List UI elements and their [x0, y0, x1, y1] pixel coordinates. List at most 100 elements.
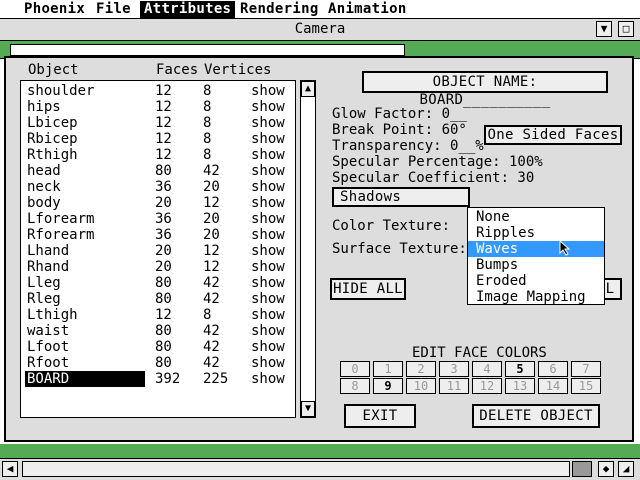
face-color-cell[interactable]: 2 [406, 361, 436, 377]
object-name: Lthigh [27, 307, 78, 323]
face-color-cell[interactable]: 7 [571, 361, 601, 377]
list-item[interactable]: Lleg 80 42 show [21, 275, 297, 291]
list-item[interactable]: Rthigh 12 8 show [21, 147, 297, 163]
specular-percentage[interactable]: Specular Percentage: 100% [332, 154, 543, 170]
show-toggle[interactable]: show [251, 131, 285, 147]
window-title-bar[interactable]: Camera ▼ □ [0, 19, 640, 41]
list-item[interactable]: hips 12 8 show [21, 99, 297, 115]
show-toggle[interactable]: show [251, 211, 285, 227]
scroll-down-icon[interactable]: ▼ [301, 401, 315, 417]
exit-button[interactable]: EXIT [344, 404, 416, 428]
specular-coefficient[interactable]: Specular Coefficient: 30 [332, 170, 534, 186]
transparency[interactable]: Transparency: 0__% [332, 138, 484, 154]
horizontal-scrollbar[interactable]: ◀ ◆ ◢ [0, 458, 640, 480]
menu-phoenix[interactable]: Phoenix [20, 1, 89, 18]
face-color-cell[interactable]: 8 [340, 378, 370, 394]
resize-icon[interactable]: ▼ [596, 21, 612, 37]
face-color-cell[interactable]: 10 [406, 378, 436, 394]
menu-animation[interactable]: Animation [324, 1, 411, 18]
face-count: 12 [155, 147, 172, 163]
delete-object-button[interactable]: DELETE OBJECT [472, 404, 600, 428]
scroll-left-icon[interactable]: ◀ [2, 461, 18, 477]
show-toggle[interactable]: show [251, 291, 285, 307]
show-toggle[interactable]: show [251, 147, 285, 163]
show-toggle[interactable]: show [251, 355, 285, 371]
show-toggle[interactable]: show [251, 115, 285, 131]
list-item[interactable]: shoulder 12 8 show [21, 83, 297, 99]
list-item[interactable]: Rfoot 80 42 show [21, 355, 297, 371]
face-color-cell[interactable]: 4 [472, 361, 502, 377]
object-name: BOARD [25, 371, 145, 387]
dropdown-option[interactable]: Bumps [468, 257, 604, 273]
object-list[interactable]: shoulder 12 8 show hips 12 8 show Lbicep 12 8 show R… [20, 80, 296, 418]
face-color-cell[interactable]: 1 [373, 361, 403, 377]
face-color-cell[interactable]: 15 [571, 378, 601, 394]
face-color-cell[interactable]: 0 [340, 361, 370, 377]
show-toggle[interactable]: show [251, 179, 285, 195]
face-color-cell[interactable]: 11 [439, 378, 469, 394]
dropdown-option[interactable]: None [468, 209, 604, 225]
list-item[interactable]: Rforearm 36 20 show [21, 227, 297, 243]
scroll-right-icon[interactable]: ◆ [598, 461, 614, 477]
dropdown-option[interactable]: Image Mapping [468, 289, 604, 305]
scroll-thumb[interactable] [572, 461, 592, 477]
show-toggle[interactable]: show [251, 307, 285, 323]
fullscreen-icon[interactable]: □ [618, 21, 634, 37]
list-item[interactable]: Lbicep 12 8 show [21, 115, 297, 131]
face-color-cell[interactable]: 6 [538, 361, 568, 377]
show-toggle[interactable]: show [251, 259, 285, 275]
show-toggle[interactable]: show [251, 371, 285, 387]
list-item[interactable]: Lthigh 12 8 show [21, 307, 297, 323]
show-toggle[interactable]: show [251, 339, 285, 355]
show-toggle[interactable]: show [251, 163, 285, 179]
list-item[interactable]: Lhand 20 12 show [21, 243, 297, 259]
resize-corner-icon[interactable]: ◢ [618, 461, 634, 477]
show-toggle[interactable]: show [251, 99, 285, 115]
face-count: 12 [155, 307, 172, 323]
show-toggle[interactable]: show [251, 275, 285, 291]
list-scrollbar[interactable]: ▲ ▼ [300, 80, 316, 418]
face-count: 36 [155, 211, 172, 227]
break-point[interactable]: Break Point: 60° [332, 122, 467, 138]
object-name: Rthigh [27, 147, 78, 163]
list-item[interactable]: head 80 42 show [21, 163, 297, 179]
dropdown-option[interactable]: Eroded [468, 273, 604, 289]
header-object: Object [28, 62, 79, 78]
object-name: Lhand [27, 243, 70, 259]
hide-all-button[interactable]: HIDE ALL [330, 278, 406, 300]
list-item[interactable]: Rbicep 12 8 show [21, 131, 297, 147]
menu-file[interactable]: File [92, 1, 135, 18]
shadows-button[interactable]: Shadows [332, 187, 470, 207]
list-item[interactable]: waist 80 42 show [21, 323, 297, 339]
face-color-cell[interactable]: 13 [505, 378, 535, 394]
scroll-track[interactable] [22, 461, 570, 477]
scroll-up-icon[interactable]: ▲ [301, 81, 315, 97]
object-name-field[interactable]: OBJECT NAME: BOARD__________ [362, 71, 608, 108]
menu-rendering[interactable]: Rendering [236, 1, 323, 18]
menu-attributes[interactable]: Attributes [140, 1, 236, 18]
face-color-cell[interactable]: 12 [472, 378, 502, 394]
show-toggle[interactable]: show [251, 83, 285, 99]
info-field [10, 44, 405, 56]
dropdown-option[interactable]: Ripples [468, 225, 604, 241]
list-item[interactable]: body 20 12 show [21, 195, 297, 211]
texture-dropdown[interactable]: None Ripples Waves Bumps Eroded Image Mapping [467, 207, 605, 305]
list-item[interactable]: Lforearm 36 20 show [21, 211, 297, 227]
show-toggle[interactable]: show [251, 323, 285, 339]
one-sided-faces-button[interactable]: One Sided Faces [484, 125, 622, 145]
list-item[interactable]: Rleg 80 42 show [21, 291, 297, 307]
face-color-cell[interactable]: 9 [373, 378, 403, 394]
show-toggle[interactable]: show [251, 227, 285, 243]
face-count: 80 [155, 323, 172, 339]
face-color-cell[interactable]: 3 [439, 361, 469, 377]
list-item[interactable]: Lfoot 80 42 show [21, 339, 297, 355]
face-color-cell[interactable]: 14 [538, 378, 568, 394]
list-item[interactable]: BOARD 392 225 show [21, 371, 297, 387]
face-color-cell[interactable]: 5 [505, 361, 535, 377]
list-item[interactable]: Rhand 20 12 show [21, 259, 297, 275]
show-toggle[interactable]: show [251, 243, 285, 259]
show-toggle[interactable]: show [251, 195, 285, 211]
glow-factor[interactable]: Glow Factor: 0__ [332, 106, 467, 122]
list-item[interactable]: neck 36 20 show [21, 179, 297, 195]
dropdown-option[interactable]: Waves [468, 241, 604, 257]
